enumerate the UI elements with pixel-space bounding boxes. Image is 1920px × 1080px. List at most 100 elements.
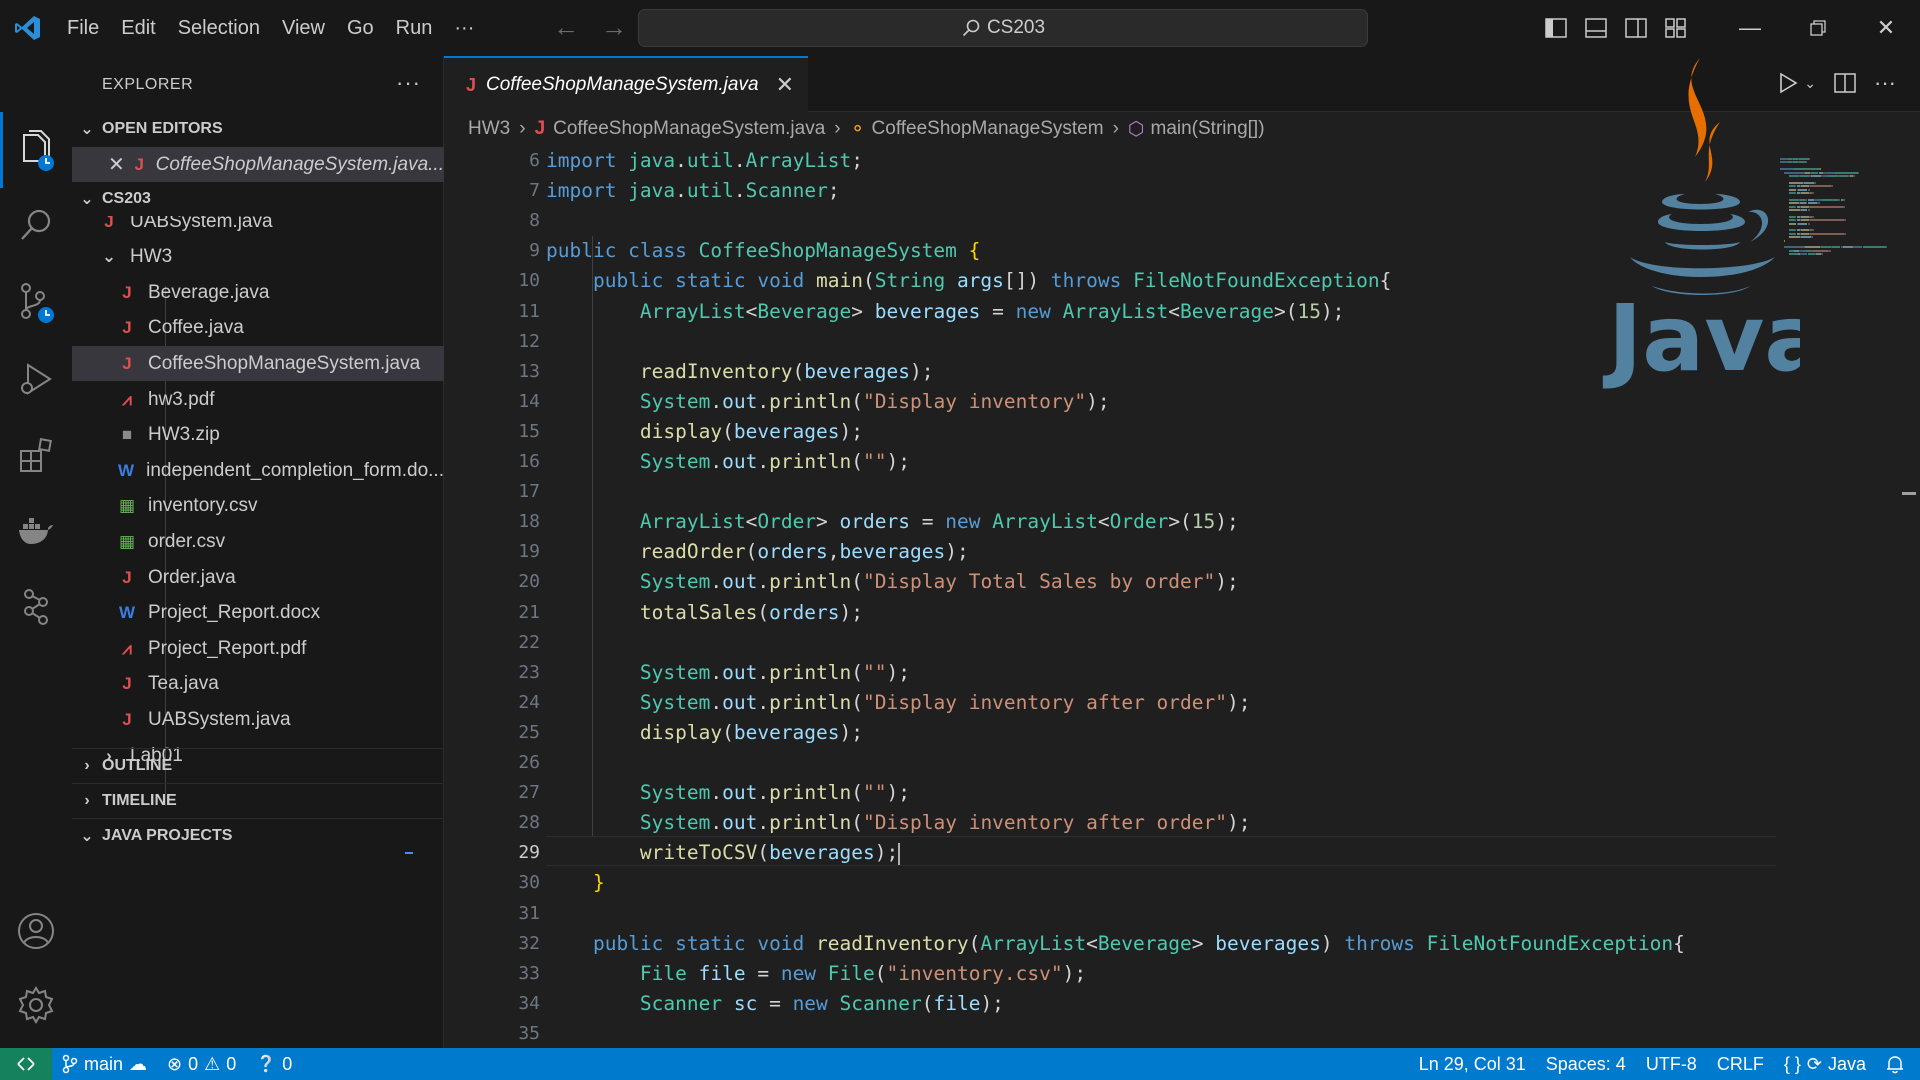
close-tab-icon[interactable]: ✕ [776,72,794,98]
breadcrumb-method[interactable]: main(String[]) [1151,118,1265,140]
extensions-icon[interactable] [0,420,72,490]
explorer-more-actions-icon[interactable]: ··· [396,70,421,96]
file-tree-item[interactable]: ⩘ hw3.pdf [72,382,444,417]
minimap-token [1827,171,1835,174]
more-actions-icon[interactable]: ··· [1874,70,1896,96]
file-tree-item[interactable]: J Beverage.java [72,275,444,310]
java-projects-section[interactable]: ⌄ JAVA PROJECTS [72,819,444,853]
accounts-icon[interactable] [0,896,72,966]
file-tree-item[interactable]: ⌄ HW3 [72,240,444,275]
menu-more[interactable]: ··· [443,0,485,56]
code-line: import java.util.Scanner; [546,179,840,203]
close-icon[interactable]: ✕ [108,152,125,177]
problems-status[interactable]: ⊗ 0 ⚠ 0 [157,1054,246,1075]
minimap-token [1809,205,1843,208]
eol-status[interactable]: CRLF [1707,1054,1774,1075]
open-editors-section[interactable]: ⌄ OPEN EDITORS [72,112,444,146]
breadcrumb-folder[interactable]: HW3 [468,118,510,140]
settings-gear-icon[interactable] [0,970,72,1040]
notifications-bell-icon[interactable] [1876,1054,1920,1074]
menu-run[interactable]: Run [385,0,444,56]
forward-arrow-icon[interactable]: → [601,12,627,42]
error-icon: ⊗ [167,1053,183,1074]
file-tree-item[interactable]: J CoffeeShopManageSystem.java [72,346,444,382]
file-tree-item[interactable]: J Order.java [72,560,444,595]
minimap-token [1842,198,1845,201]
line-number: 28 [518,812,540,834]
sync-cloud-icon[interactable]: ☁ [129,1054,147,1075]
file-tree-item[interactable]: J Coffee.java [72,311,444,346]
workspace-section-cs203[interactable]: ⌄ CS203 [72,182,444,216]
minimize-icon[interactable]: — [1716,0,1784,56]
file-tree-item-label: UABSystem.java [130,216,273,232]
git-branch-icon [62,1054,78,1074]
menu-edit[interactable]: Edit [110,0,166,56]
minimap-token [1817,202,1820,205]
menu-selection[interactable]: Selection [167,0,271,56]
sync-icon: ⟳ [1806,1053,1822,1074]
ports-status[interactable]: ❔ 0 [246,1054,302,1075]
minimap-token [1800,185,1809,188]
cursor-position[interactable]: Ln 29, Col 31 [1409,1054,1536,1075]
minimap-token [1800,232,1809,235]
file-tree-item-label: HW3.zip [148,424,220,446]
branch-status[interactable]: main ☁ [52,1054,157,1075]
git-graph-icon[interactable] [0,572,72,642]
language-label: Java [1827,1053,1866,1074]
file-tree-item[interactable]: Windependent_completion_form.do... [72,453,444,488]
explorer-icon[interactable] [0,116,72,186]
toggle-panel-icon[interactable] [1576,0,1616,56]
command-center-search[interactable]: CS203 [638,9,1368,47]
line-number: 14 [518,390,540,412]
code-line: System.out.println("Display inventory"); [639,389,1110,413]
restore-icon[interactable] [1784,0,1852,56]
menu-file[interactable]: File [56,0,110,56]
toggle-secondary-sidebar-icon[interactable] [1616,0,1656,56]
tab-coffeeshopmanagesystem[interactable]: J CoffeeShopManageSystem.java ✕ [444,56,808,112]
file-tree-item[interactable]: W Project_Report.docx [72,596,444,631]
run-dropdown-chevron-icon[interactable]: ⌄ [1804,75,1816,92]
breadcrumb-file[interactable]: CoffeeShopManageSystem.java [553,118,825,140]
chevron-right-icon: › [1112,118,1119,139]
toggle-primary-sidebar-icon[interactable] [1536,0,1576,56]
vertical-scrollbar[interactable] [1902,146,1920,1048]
chevron-down-icon: ⌄ [101,247,117,267]
remote-indicator-icon[interactable] [0,1048,52,1080]
code-line: import java.util.ArrayList; [546,149,864,172]
zip-file-icon: ■ [121,425,133,445]
search-activity-icon[interactable] [0,190,72,260]
timeline-section[interactable]: › TIMELINE [72,784,444,818]
title-bar: File Edit Selection View Go Run ··· ← → … [0,0,1920,56]
file-tree-item[interactable]: J UABSystem.java [72,216,444,239]
chevron-down-icon: ⌄ [80,191,94,208]
file-tree-item[interactable]: ▦ inventory.csv [72,489,444,524]
menu-view[interactable]: View [271,0,336,56]
close-window-icon[interactable]: ✕ [1852,0,1920,56]
minimap-token [1808,158,1810,160]
braces-icon: { } [1783,1053,1801,1074]
navigation-arrows: ← → [553,12,627,42]
file-tree-item[interactable]: ⩘ Project_Report.pdf [72,631,444,666]
docker-icon[interactable] [0,496,72,566]
outline-section[interactable]: › OUTLINE [72,749,444,783]
indentation-status[interactable]: Spaces: 4 [1536,1054,1636,1075]
file-tree-item[interactable]: ▦ order.csv [72,524,444,559]
open-editor-item[interactable]: ✕ J CoffeeShopManageSystem.java... [72,147,444,182]
encoding-status[interactable]: UTF-8 [1636,1054,1707,1075]
minimap-token [1842,205,1845,208]
source-control-icon[interactable] [0,268,72,338]
file-tree-item[interactable]: ■ HW3.zip [72,418,444,453]
run-debug-icon[interactable] [0,344,72,414]
file-tree-item[interactable]: J Tea.java [72,667,444,702]
file-tree-item[interactable]: J UABSystem.java [72,702,444,737]
back-arrow-icon[interactable]: ← [553,12,579,42]
language-status[interactable]: { } ⟳ Java [1774,1054,1876,1075]
breadcrumb-class[interactable]: CoffeeShopManageSystem [872,118,1104,140]
line-number: 31 [518,902,540,924]
minimap-token [1809,219,1844,222]
minimap-token [1800,229,1809,232]
customize-layout-icon[interactable] [1656,0,1696,56]
split-editor-icon[interactable] [1834,73,1856,93]
code-line: ArrayList<Beverage> beverages = new Arra… [639,299,1345,323]
menu-go[interactable]: Go [336,0,385,56]
